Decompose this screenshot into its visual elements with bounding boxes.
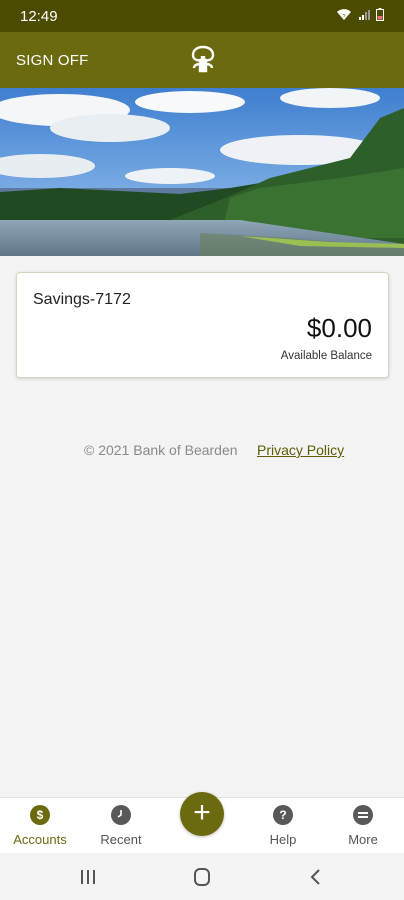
account-card-savings[interactable]: Savings-7172 $0.00 Available Balance: [16, 272, 389, 378]
nav-label: Help: [269, 832, 297, 847]
nav-item-recent[interactable]: Recent: [81, 798, 161, 854]
battery-icon: [376, 7, 384, 25]
signal-icon: [358, 8, 370, 25]
nav-item-help[interactable]: ? Help: [243, 798, 323, 854]
nav-item-more[interactable]: More: [323, 798, 403, 854]
system-nav-bar: [0, 853, 404, 900]
status-time: 12:49: [20, 7, 58, 25]
privacy-policy-link[interactable]: Privacy Policy: [257, 442, 344, 458]
footer: © 2021 Bank of Bearden Privacy Policy: [0, 440, 404, 460]
nav-label: Recent: [100, 832, 142, 847]
clock-icon: [111, 805, 131, 825]
nav-label: More: [348, 832, 378, 847]
account-name: Savings-7172: [33, 291, 131, 308]
hero-landscape-image: [0, 88, 404, 256]
svg-text:?: ?: [343, 14, 346, 20]
help-icon: ?: [273, 805, 293, 825]
status-bar: 12:49 ?: [0, 0, 404, 32]
app-header: SIGN OFF: [0, 32, 404, 88]
home-icon[interactable]: [182, 865, 222, 889]
copyright-text: © 2021 Bank of Bearden: [84, 442, 238, 458]
status-icons: ?: [336, 7, 384, 25]
more-icon: [353, 805, 373, 825]
recents-icon[interactable]: [68, 865, 108, 889]
wifi-icon: ?: [336, 8, 352, 25]
balance-label: Available Balance: [280, 350, 372, 362]
sign-off-button[interactable]: SIGN OFF: [16, 52, 88, 69]
accounts-icon: $: [30, 805, 50, 825]
account-balance: $0.00: [306, 313, 372, 343]
nav-label: Accounts: [13, 832, 67, 847]
back-icon[interactable]: [296, 865, 336, 889]
plus-icon: +: [193, 796, 211, 829]
nav-item-accounts[interactable]: $ Accounts: [0, 798, 80, 854]
add-button[interactable]: +: [180, 792, 224, 836]
bank-logo-icon: [188, 44, 218, 74]
